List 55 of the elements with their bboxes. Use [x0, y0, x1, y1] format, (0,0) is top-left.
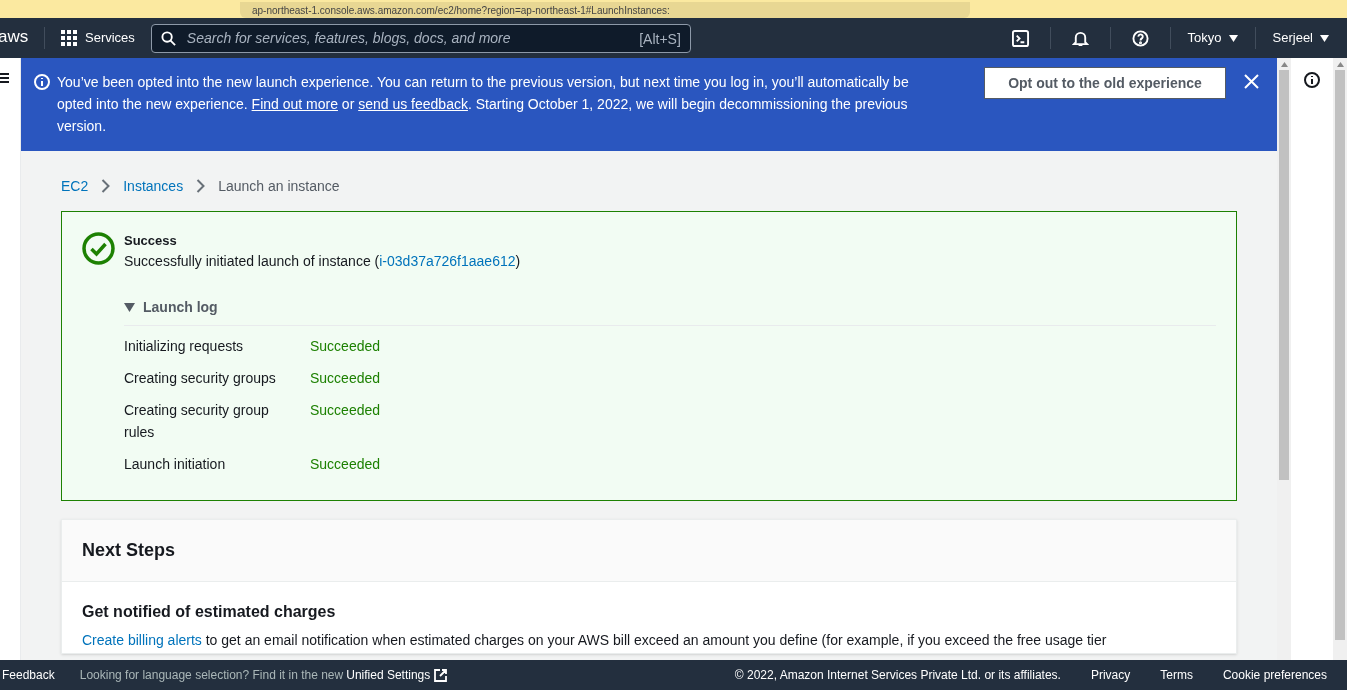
language-prompt: Looking for language selection? Find it in the new [79, 667, 344, 684]
keyboard-shortcut-hint: [Alt+S] [639, 29, 681, 49]
log-status: Succeeded [310, 401, 382, 420]
scrollbar-thumb[interactable] [1335, 70, 1345, 640]
log-status: Succeeded [310, 369, 382, 388]
billing-alerts-link[interactable]: Create billing alerts [82, 632, 202, 648]
alert-title: Success [124, 232, 178, 250]
log-status: Succeeded [310, 337, 382, 356]
info-icon[interactable] [1304, 72, 1320, 88]
account-menu-button[interactable]: Serjeel [1272, 28, 1329, 48]
chevron-right-icon [196, 179, 206, 193]
opt-out-button[interactable]: Opt out to the old experience [984, 67, 1226, 99]
scroll-up-icon[interactable] [1280, 62, 1288, 67]
grid-icon [61, 30, 77, 46]
scrollbar-thumb[interactable] [1279, 70, 1289, 480]
address-bar[interactable]: ap-northeast-1.console.aws.amazon.com/ec2/home?region=ap-northeast-1#LaunchInstances: [240, 2, 970, 18]
search-icon [160, 30, 176, 46]
info-icon [34, 74, 50, 90]
help-icon[interactable] [1131, 29, 1149, 47]
unified-settings-link[interactable]: Unified Settings [346, 666, 448, 684]
log-step: Launch initiation [124, 453, 310, 475]
log-status: Succeeded [310, 455, 382, 474]
section-description: Create billing alerts to get an email notification when estimated charges on your AWS bill exceed an amount you define (for example, if you exceed the free usage tier [82, 631, 1108, 649]
subsection-heading: Get notified of estimated charges [82, 602, 337, 622]
success-check-icon [82, 232, 115, 265]
launch-log-toggle[interactable]: Launch log [124, 297, 218, 318]
breadcrumb-current: Launch an instance [218, 176, 340, 196]
external-link-icon [434, 668, 448, 682]
log-step: Creating security groups [124, 367, 310, 389]
instance-id-link[interactable]: i-03d37a726f1aae612 [379, 253, 516, 269]
feedback-link[interactable]: send us feedback [358, 96, 468, 112]
breadcrumb-link[interactable]: Instances [123, 175, 184, 197]
caret-down-icon [1228, 34, 1238, 42]
footer-link[interactable]: Cookie preferences [1222, 666, 1327, 684]
copyright-text: © 2022, Amazon Internet Services Private Ltd. or its affiliates. [734, 667, 1061, 684]
caret-down-icon [1320, 34, 1329, 42]
log-step: Initializing requests [124, 335, 310, 357]
find-out-more-link[interactable]: Find out more [251, 96, 338, 112]
footer-link[interactable]: Privacy [1090, 666, 1131, 684]
bell-icon[interactable] [1071, 29, 1089, 47]
services-menu-button[interactable]: Services [61, 28, 143, 48]
footer-link[interactable]: Terms [1160, 666, 1193, 684]
section-heading: Next Steps [82, 539, 176, 562]
close-icon[interactable] [1244, 74, 1259, 89]
region-menu-button[interactable]: Tokyo [1187, 28, 1238, 48]
alert-message: Successfully initiated launch of instance (i-03d37a726f1aae612) [124, 252, 522, 271]
terminal-icon[interactable] [1011, 29, 1029, 47]
menu-icon[interactable] [0, 72, 9, 84]
breadcrumb-link[interactable]: EC2 [61, 175, 89, 197]
chevron-right-icon [101, 179, 111, 193]
log-step: Creating security group rules [124, 399, 310, 443]
feedback-link[interactable]: Feedback [2, 666, 55, 684]
scroll-up-icon[interactable] [1336, 62, 1344, 67]
banner-message: You’ve been opted into the new launch experience. You can return to the previous version, but next time you log in, you’ll automatically be opted into the new experience. Find out more or send us feedback. Starting October 1, 2022, we will begin decommissioning the previous version. [57, 73, 910, 136]
caret-down-icon [124, 302, 135, 313]
